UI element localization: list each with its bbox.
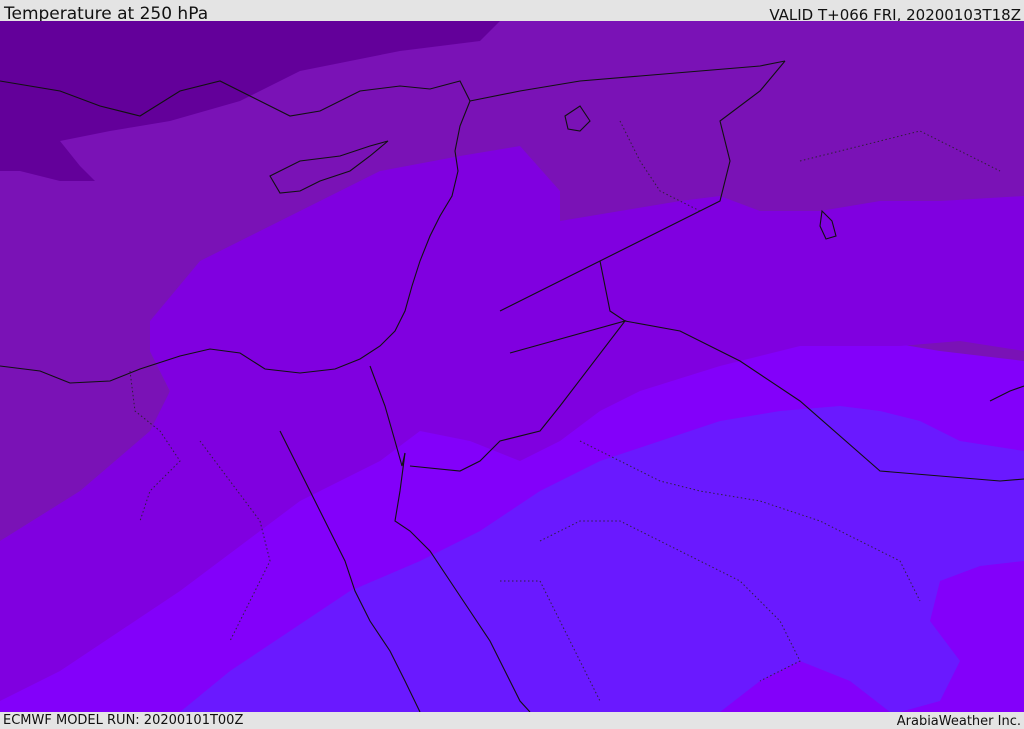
credit-label: ArabiaWeather Inc.: [896, 714, 1021, 729]
model-run-label: ECMWF MODEL RUN: 20200101T00Z: [3, 713, 244, 728]
temperature-map: [0, 21, 1024, 712]
map-header: Temperature at 250 hPa VALID T+066 FRI, …: [0, 0, 1024, 24]
map-canvas: [0, 21, 1024, 712]
map-footer: ECMWF MODEL RUN: 20200101T00Z ArabiaWeat…: [0, 712, 1024, 729]
